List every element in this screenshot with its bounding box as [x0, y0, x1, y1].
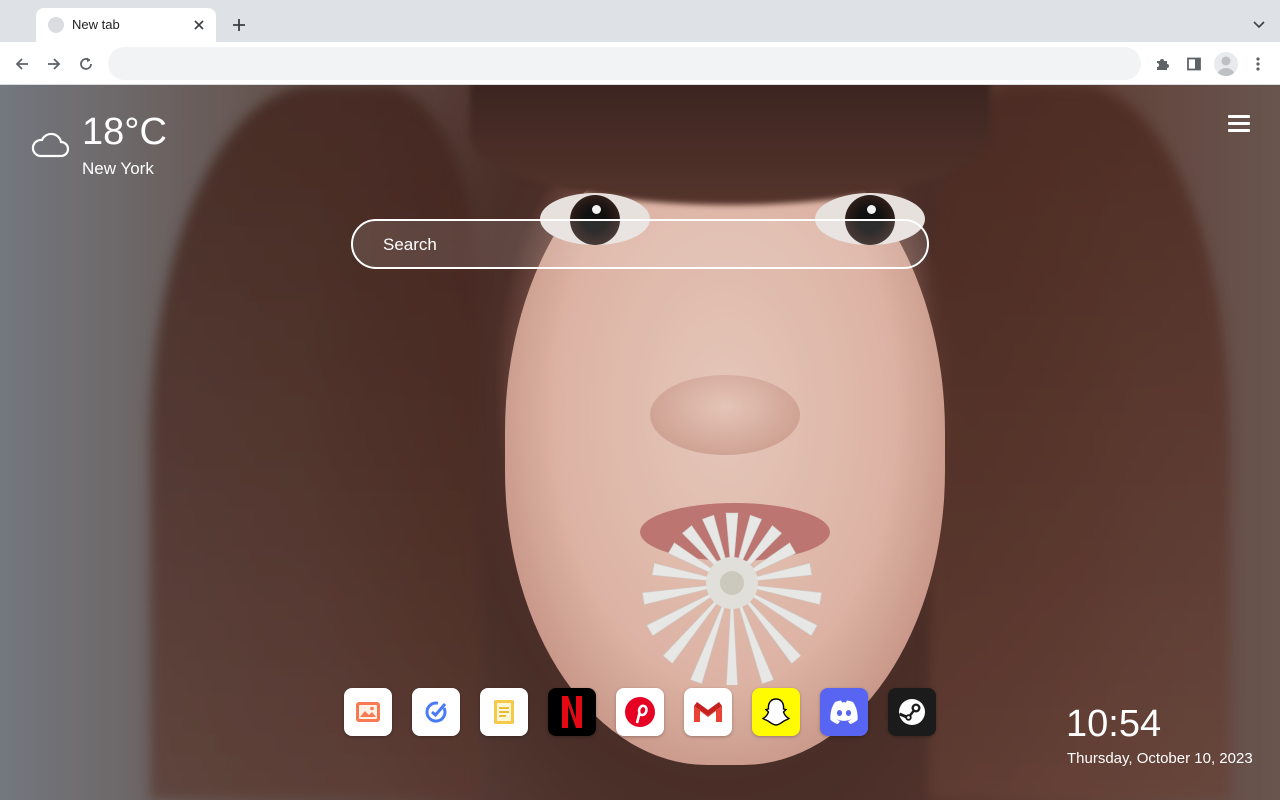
- app-steam[interactable]: [888, 688, 936, 736]
- discord-icon: [830, 700, 858, 724]
- tab-search-button[interactable]: [1248, 14, 1270, 36]
- gmail-icon: [694, 702, 722, 722]
- tab-favicon-icon: [48, 17, 64, 33]
- steam-icon: [898, 699, 925, 725]
- tasks-icon: [425, 701, 447, 723]
- app-netflix[interactable]: [548, 688, 596, 736]
- hamburger-line: [1228, 115, 1250, 118]
- weather-city: New York: [82, 159, 154, 178]
- app-snapchat[interactable]: [752, 688, 800, 736]
- app-pinterest[interactable]: [616, 688, 664, 736]
- tab-new-tab[interactable]: New tab: [36, 8, 216, 42]
- chevron-down-icon: [1253, 21, 1265, 29]
- search-box[interactable]: [351, 219, 929, 269]
- new-tab-button[interactable]: [228, 14, 250, 36]
- weather-temperature: 18°C: [82, 111, 167, 153]
- tab-title: New tab: [72, 17, 120, 32]
- new-tab-page: 18°C New York Search 10:54 Thursday, Oct…: [0, 85, 1280, 800]
- clock-time: 10:54: [1066, 703, 1162, 745]
- pinterest-icon: [625, 697, 655, 727]
- app-tasks[interactable]: [412, 688, 460, 736]
- netflix-icon: [562, 696, 582, 728]
- hamburger-line: [1228, 122, 1250, 125]
- extensions-button[interactable]: [1148, 50, 1176, 78]
- arrow-right-icon: [48, 58, 61, 70]
- profile-avatar[interactable]: [1214, 52, 1238, 76]
- clock-date: Thursday, October 10, 2023: [1067, 750, 1253, 767]
- back-button[interactable]: [8, 50, 36, 78]
- photos-icon: [356, 702, 380, 722]
- side-panel-icon: [1187, 57, 1201, 71]
- plus-icon: [233, 19, 245, 31]
- app-dock: [344, 688, 936, 736]
- address-bar[interactable]: [108, 47, 1141, 80]
- side-panel-button[interactable]: [1180, 50, 1208, 78]
- cloud-icon: [31, 132, 70, 158]
- tab-close-button[interactable]: [190, 16, 208, 34]
- more-vertical-icon: [1256, 57, 1260, 71]
- browser-toolbar: [0, 42, 1280, 85]
- app-discord[interactable]: [820, 688, 868, 736]
- app-notes[interactable]: [480, 688, 528, 736]
- snapchat-icon: [761, 698, 791, 726]
- puzzle-icon: [1157, 59, 1169, 70]
- menu-button[interactable]: [1228, 115, 1250, 135]
- notes-icon: [494, 700, 514, 724]
- tab-strip: New tab: [0, 0, 1280, 42]
- app-photos[interactable]: [344, 688, 392, 736]
- arrow-left-icon: [15, 58, 28, 70]
- reload-icon: [80, 57, 92, 70]
- search-input[interactable]: [383, 233, 883, 257]
- browser-menu-button[interactable]: [1244, 50, 1272, 78]
- close-icon: [194, 20, 204, 30]
- forward-button[interactable]: [40, 50, 68, 78]
- hamburger-line: [1228, 129, 1250, 132]
- person-icon: [1217, 56, 1235, 76]
- app-gmail[interactable]: [684, 688, 732, 736]
- reload-button[interactable]: [72, 50, 100, 78]
